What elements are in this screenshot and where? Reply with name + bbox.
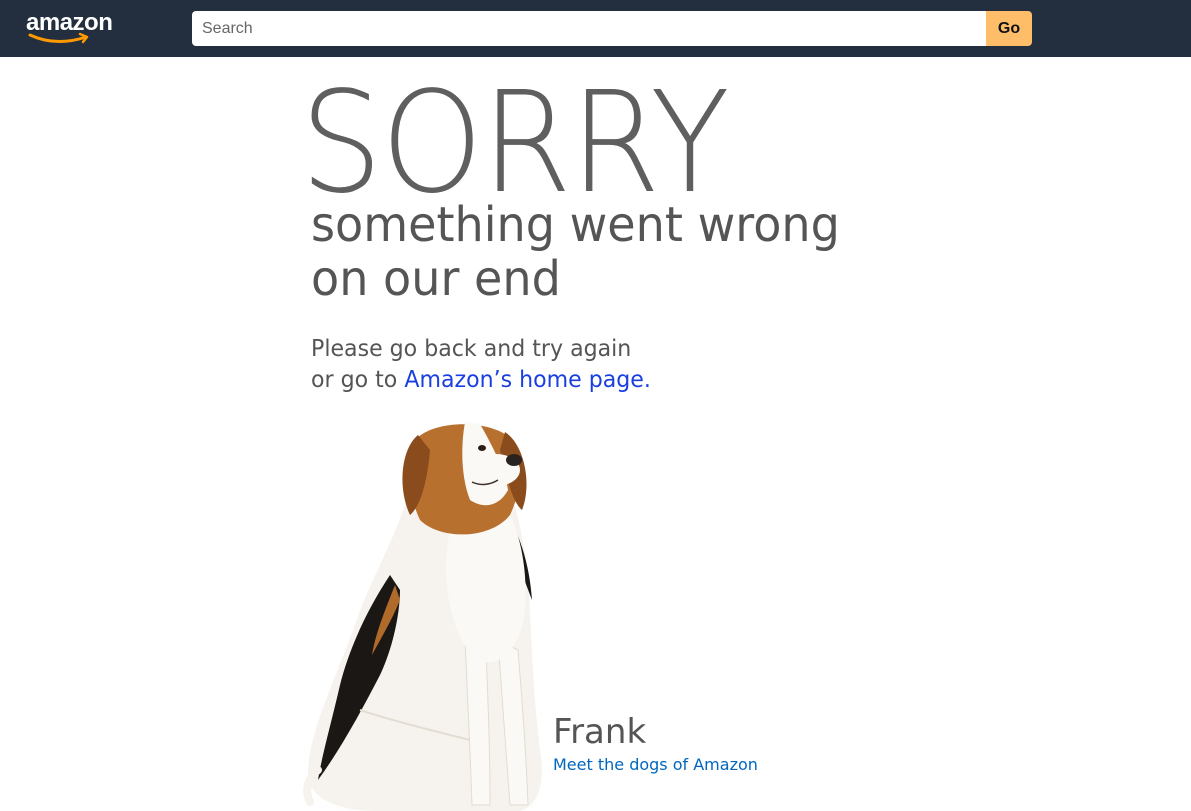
error-message-line-1: Please go back and try again [311, 336, 632, 362]
error-subtitle-line-2: on our end [311, 251, 561, 307]
go-button[interactable]: Go [986, 11, 1032, 46]
error-message: Please go back and try again or go to Am… [311, 334, 651, 396]
home-page-link[interactable]: Amazon’s home page. [404, 367, 651, 393]
logo-smile-icon [28, 32, 89, 44]
error-message-line-2: or go to Amazon’s home page. [311, 365, 651, 396]
dog-name: Frank [553, 712, 647, 752]
dog-photo [303, 422, 555, 811]
amazon-logo[interactable]: amazon [26, 9, 126, 45]
top-navigation-bar: amazon Go [0, 0, 1191, 57]
meet-the-dogs-link[interactable]: Meet the dogs of Amazon [553, 754, 758, 776]
error-message-prefix: or go to [311, 367, 405, 393]
error-subtitle: something went wrong on our end [311, 198, 887, 306]
search-input[interactable] [192, 11, 986, 46]
error-subtitle-line-1: something went wrong [311, 197, 840, 253]
